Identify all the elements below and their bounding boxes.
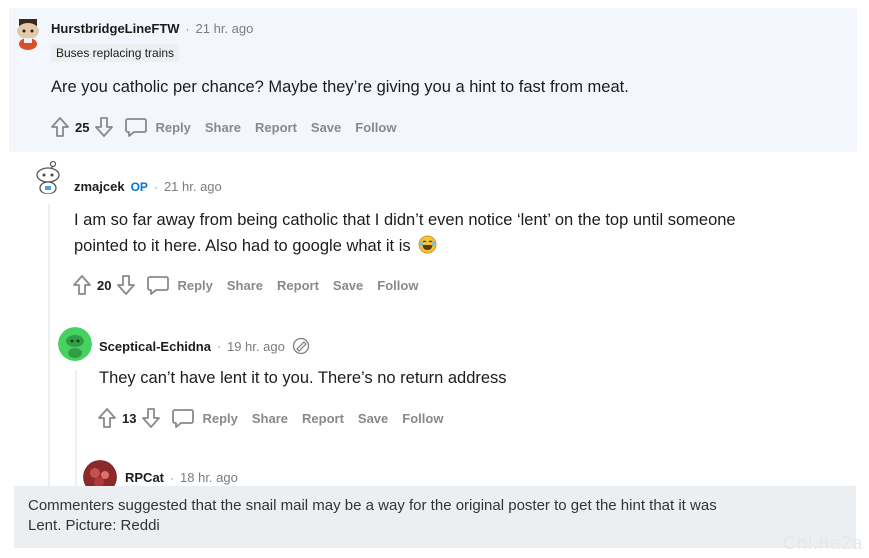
caption-line-2: Lent. Picture: Reddi	[28, 517, 160, 534]
image-caption: Commenters suggested that the snail mail…	[14, 486, 856, 548]
timestamp[interactable]: 18 hr. ago	[180, 470, 238, 485]
comment-actions: 25 Reply Share Report Save Follow	[49, 115, 396, 139]
snoo-avatar-icon	[31, 160, 65, 194]
upvote-icon[interactable]	[49, 115, 71, 139]
username[interactable]: RPCat	[125, 470, 164, 485]
vote-score: 13	[122, 410, 137, 426]
caption-line-1: Commenters suggested that the snail mail…	[28, 497, 717, 514]
reply-button[interactable]: Reply	[202, 411, 237, 426]
comment-body: They can’t have lent it to you. There’s …	[99, 369, 507, 387]
comment-actions: 13 Reply Share Report Save Follow	[96, 406, 443, 430]
report-button[interactable]: Report	[255, 120, 297, 135]
follow-button[interactable]: Follow	[355, 120, 396, 135]
separator-dot: ·	[216, 339, 221, 353]
avatar-rpcat[interactable]	[83, 460, 117, 486]
share-button[interactable]: Share	[205, 120, 241, 135]
reply-button[interactable]: Reply	[177, 278, 212, 293]
username[interactable]: zmajcek	[74, 179, 125, 194]
comment-header: HurstbridgeLineFTW · 21 hr. ago	[51, 21, 253, 36]
laughing-emoji-icon	[418, 235, 437, 254]
save-button[interactable]: Save	[333, 278, 363, 293]
avatar-hurstbridgelineftw[interactable]	[11, 16, 45, 50]
snoo-avatar-icon	[11, 16, 45, 50]
watermark: Chi.na2a	[782, 533, 863, 553]
thread-line[interactable]	[48, 204, 50, 486]
thread-line[interactable]	[75, 370, 77, 486]
comment-body: Are you catholic per chance? Maybe they’…	[51, 78, 629, 96]
downvote-icon[interactable]	[140, 406, 162, 430]
avatar-sceptical-echidna[interactable]	[58, 327, 92, 361]
timestamp[interactable]: 21 hr. ago	[196, 21, 254, 36]
snoo-avatar-icon	[58, 327, 92, 361]
comment-body-text: pointed to it here. Also had to google w…	[74, 237, 411, 255]
upvote-icon[interactable]	[96, 406, 118, 430]
op-badge: OP	[130, 179, 148, 194]
timestamp[interactable]: 21 hr. ago	[164, 179, 222, 194]
separator-dot: ·	[153, 179, 158, 194]
report-button[interactable]: Report	[302, 411, 344, 426]
save-button[interactable]: Save	[311, 120, 341, 135]
comment-actions: 20 Reply Share Report Save Follow	[71, 273, 418, 297]
snoo-avatar-icon	[83, 460, 117, 486]
downvote-icon[interactable]	[115, 273, 137, 297]
vote-score: 20	[97, 277, 112, 293]
comment-header: Sceptical-Echidna · 19 hr. ago	[99, 337, 311, 355]
follow-button[interactable]: Follow	[377, 278, 418, 293]
user-flair: Buses replacing trains	[51, 44, 180, 62]
comment-thread: HurstbridgeLineFTW · 21 hr. ago Buses re…	[9, 8, 857, 486]
downvote-icon[interactable]	[93, 115, 115, 139]
share-button[interactable]: Share	[252, 411, 288, 426]
comment-body-line-2: pointed to it here. Also had to google w…	[74, 233, 437, 259]
comment-bubble-icon[interactable]	[145, 273, 171, 297]
upvote-icon[interactable]	[71, 273, 93, 297]
username[interactable]: HurstbridgeLineFTW	[51, 21, 180, 36]
timestamp[interactable]: 19 hr. ago	[227, 339, 285, 354]
report-button[interactable]: Report	[277, 278, 319, 293]
follow-button[interactable]: Follow	[402, 411, 443, 426]
separator-dot: ·	[185, 21, 190, 36]
vote-score: 25	[75, 119, 90, 135]
comment-header: zmajcek OP · 21 hr. ago	[74, 179, 222, 194]
edited-pencil-icon	[291, 337, 311, 355]
separator-dot: ·	[170, 470, 175, 485]
avatar-zmajcek[interactable]	[31, 160, 65, 194]
save-button[interactable]: Save	[358, 411, 388, 426]
share-button[interactable]: Share	[227, 278, 263, 293]
reply-button[interactable]: Reply	[155, 120, 190, 135]
comment-bubble-icon[interactable]	[170, 406, 196, 430]
comment-bubble-icon[interactable]	[123, 115, 149, 139]
comment-body-line-1: I am so far away from being catholic tha…	[74, 211, 736, 229]
username[interactable]: Sceptical-Echidna	[99, 339, 211, 354]
comment-header: RPCat · 18 hr. ago	[125, 470, 238, 485]
